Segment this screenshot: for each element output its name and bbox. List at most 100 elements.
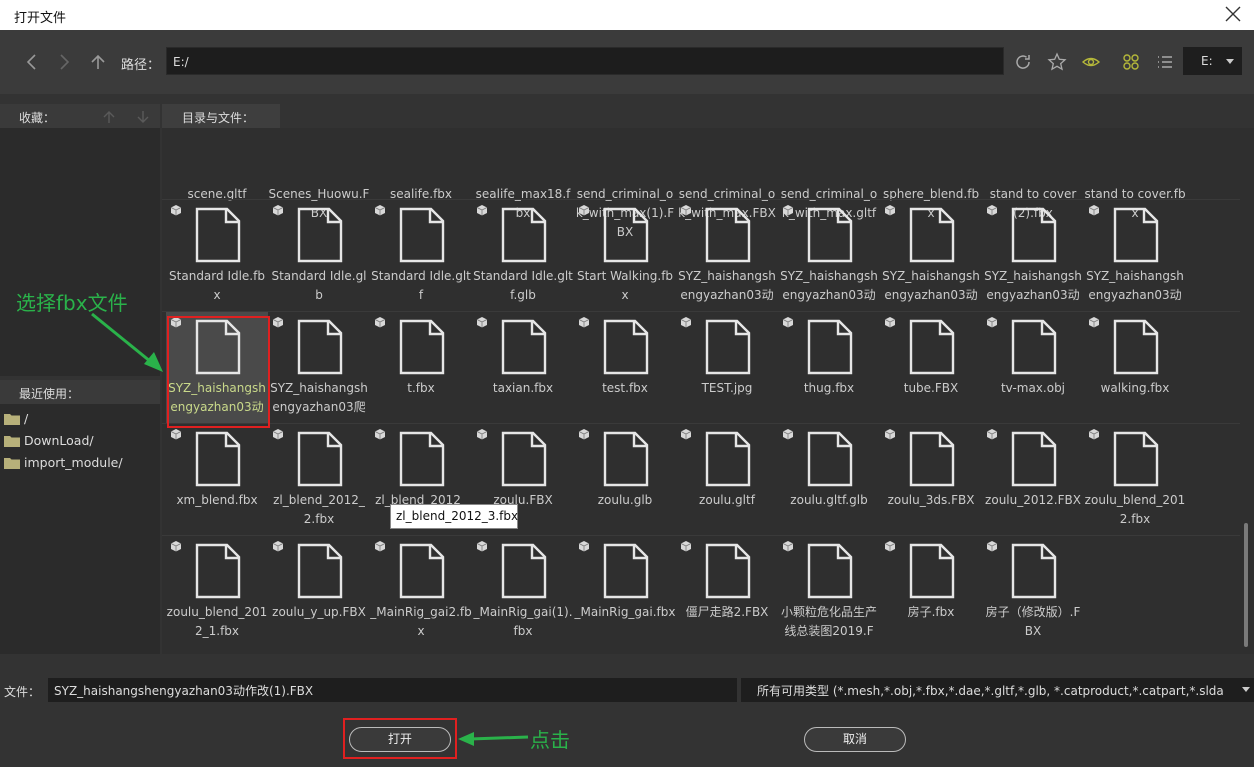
model-cube-icon [476, 429, 488, 440]
favorites-list [0, 128, 160, 376]
file-icon [705, 431, 751, 487]
file-item-label: _MainRig_gai(1).fbx [473, 605, 573, 638]
file-icon [807, 207, 853, 263]
model-cube-icon [782, 429, 794, 440]
file-item-label: t.fbx [407, 381, 435, 395]
file-item[interactable]: SYZ_haishangshengyazhan03动 [778, 200, 880, 312]
file-type-select[interactable]: 所有可用类型 (*.mesh,*.obj,*.fbx,*.dae,*.gltf,… [741, 678, 1254, 702]
file-item[interactable]: SYZ_haishangshengyazhan03动 [982, 200, 1084, 312]
file-item[interactable]: t.fbx [370, 312, 472, 424]
back-icon[interactable] [22, 52, 42, 72]
recent-item-label: DownLoad/ [24, 433, 94, 448]
file-item[interactable]: Start Walking.fbx [574, 200, 676, 312]
file-icon [399, 543, 445, 599]
move-down-icon[interactable] [135, 109, 151, 125]
forward-icon[interactable] [54, 52, 74, 72]
file-item[interactable]: 僵尸走路2.FBX [676, 536, 778, 648]
grid-view-icon[interactable] [1121, 52, 1141, 72]
move-up-icon[interactable] [101, 109, 117, 125]
file-item[interactable]: _MainRig_gai(1).fbx [472, 536, 574, 648]
file-item-label: zoulu_blend_2012.fbx [1084, 493, 1186, 526]
bottom-bar: 文件： SYZ_haishangshengyazhan03动作改(1).FBX … [0, 654, 1254, 767]
file-icon [909, 319, 955, 375]
file-label: 文件： [4, 685, 41, 699]
file-item[interactable]: Standard Idle.glb [268, 200, 370, 312]
file-item[interactable]: SYZ_haishangshengyazhan03动 [676, 200, 778, 312]
scrollbar-thumb[interactable] [1244, 523, 1248, 647]
file-name-input[interactable]: SYZ_haishangshengyazhan03动作改(1).FBX [48, 678, 737, 702]
file-item[interactable]: zoulu.gltf.glb [778, 424, 880, 536]
file-item[interactable]: zoulu_blend_2012.fbx [1084, 424, 1186, 536]
file-item[interactable]: 房子（修改版）.FBX [982, 536, 1084, 648]
file-item[interactable]: xm_blend.fbx [166, 424, 268, 536]
model-cube-icon [272, 541, 284, 552]
list-view-icon[interactable] [1155, 52, 1175, 72]
file-item[interactable]: SYZ_haishangshengyazhan03爬 [268, 312, 370, 424]
file-icon [1011, 431, 1057, 487]
file-item[interactable]: taxian.fbx [472, 312, 574, 424]
file-item-label: SYZ_haishangshengyazhan03动 [984, 269, 1082, 302]
toolbar: 路径： E:/ E: [0, 30, 1254, 94]
file-item[interactable]: test.fbx [574, 312, 676, 424]
model-cube-icon [578, 317, 590, 328]
file-item[interactable]: TEST.jpg [676, 312, 778, 424]
file-item[interactable]: _MainRig_gai.fbx [574, 536, 676, 648]
file-item[interactable]: _MainRig_gai2.fbx [370, 536, 472, 648]
model-cube-icon [986, 541, 998, 552]
file-item[interactable]: 房子.fbx [880, 536, 982, 648]
file-item-label: test.fbx [602, 381, 648, 395]
file-item[interactable]: zoulu_y_up.FBX [268, 536, 370, 648]
file-icon [705, 543, 751, 599]
file-item-label: SYZ_haishangshengyazhan03爬 [270, 381, 368, 414]
recent-item-label: / [24, 411, 29, 426]
model-cube-icon [680, 429, 692, 440]
model-cube-icon [680, 205, 692, 216]
file-item[interactable]: SYZ_haishangshengyazhan03动 [1084, 200, 1186, 312]
file-icon [297, 543, 343, 599]
file-item[interactable]: zoulu_blend_2012_1.fbx [166, 536, 268, 648]
path-label: 路径： [121, 58, 161, 73]
model-cube-icon [1088, 429, 1100, 440]
cancel-button[interactable]: 取消 [804, 727, 906, 752]
file-item[interactable]: Standard Idle.gltf [370, 200, 472, 312]
up-icon[interactable] [88, 52, 108, 72]
file-type-value: 所有可用类型 (*.mesh,*.obj,*.fbx,*.dae,*.gltf,… [757, 684, 1224, 698]
path-input[interactable]: E:/ [166, 47, 1004, 75]
file-icon [909, 207, 955, 263]
file-item[interactable]: tv-max.obj [982, 312, 1084, 424]
model-cube-icon [374, 541, 386, 552]
file-item[interactable]: SYZ_haishangshengyazhan03动 [880, 200, 982, 312]
file-item[interactable]: zoulu.glb [574, 424, 676, 536]
close-icon[interactable] [1224, 5, 1242, 23]
file-item[interactable]: Standard Idle.fbx [166, 200, 268, 312]
folder-icon [4, 458, 20, 469]
model-cube-icon [578, 541, 590, 552]
file-item[interactable]: thug.fbx [778, 312, 880, 424]
select-annotation-text: 选择fbx文件 [16, 291, 128, 315]
file-item[interactable]: zoulu.gltf [676, 424, 778, 536]
file-item[interactable]: Standard Idle.gltf.glb [472, 200, 574, 312]
file-item[interactable]: walking.fbx [1084, 312, 1186, 424]
file-item-label: _MainRig_gai2.fbx [370, 605, 472, 638]
file-item-label: thug.fbx [803, 381, 855, 395]
click-annotation-text: 点击 [530, 728, 570, 752]
drive-select[interactable]: E: [1183, 47, 1242, 75]
file-item[interactable]: zl_blend_2012_2.fbx [268, 424, 370, 536]
refresh-icon[interactable] [1013, 52, 1033, 72]
star-icon[interactable] [1047, 52, 1067, 72]
file-item[interactable]: zoulu_2012.FBX [982, 424, 1084, 536]
file-icon [1113, 431, 1159, 487]
favorites-title: 收藏： [19, 111, 56, 125]
file-item[interactable]: zoulu_3ds.FBX [880, 424, 982, 536]
file-item[interactable]: tube.FBX [880, 312, 982, 424]
files-title: 目录与文件： [182, 111, 255, 125]
file-item-label: zoulu.gltf [699, 493, 755, 507]
eye-icon[interactable] [1081, 52, 1101, 72]
file-item[interactable]: 小颗粒危化品生产线总装图2019.F [778, 536, 880, 648]
file-item-label: zoulu_y_up.FBX [272, 605, 366, 619]
model-cube-icon [578, 205, 590, 216]
file-icon [501, 319, 547, 375]
filename-tooltip: zl_blend_2012_3.fbx [390, 504, 518, 529]
model-cube-icon [476, 317, 488, 328]
model-cube-icon [272, 205, 284, 216]
